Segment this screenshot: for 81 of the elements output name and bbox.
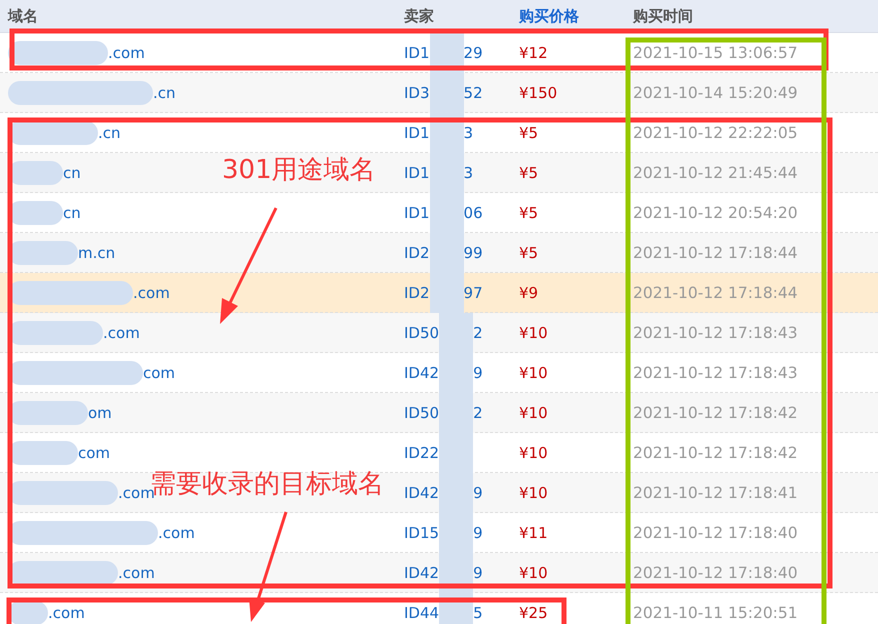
- time-text: 2021-10-12 17:18:41: [632, 484, 799, 502]
- time-text: 2021-10-15 13:06:57: [632, 44, 799, 62]
- seller-link[interactable]: 29: [464, 44, 483, 62]
- domain-link[interactable]: om: [88, 404, 112, 422]
- price-text: ¥11: [518, 524, 549, 542]
- price-text: ¥9: [518, 284, 540, 302]
- price-text: ¥5: [518, 164, 540, 182]
- column-header[interactable]: 卖家: [396, 6, 511, 26]
- time-text: 2021-10-12 17:18:43: [632, 324, 799, 342]
- time-text: 2021-10-12 17:18:44: [632, 244, 799, 262]
- seller-link[interactable]: ID1: [404, 124, 430, 142]
- seller-link[interactable]: ID50: [404, 404, 440, 422]
- domain-link[interactable]: cn: [63, 164, 81, 182]
- price-text: ¥12: [518, 44, 549, 62]
- seller-link[interactable]: ID2: [404, 244, 430, 262]
- price-text: ¥150: [518, 84, 558, 102]
- time-text: 2021-10-12 17:18:40: [632, 524, 799, 542]
- price-text: ¥10: [518, 324, 549, 342]
- seller-link[interactable]: 52: [464, 84, 483, 102]
- seller-link[interactable]: ID3: [404, 84, 430, 102]
- price-text: ¥10: [518, 564, 549, 582]
- price-text: ¥5: [518, 124, 540, 142]
- domain-link[interactable]: .cn: [98, 124, 121, 142]
- annotation-label: 301用途域名: [222, 154, 376, 187]
- blurred-mark-icon: [430, 73, 464, 113]
- seller-link[interactable]: ID22: [404, 444, 440, 462]
- column-header[interactable]: 购买价格: [511, 6, 625, 26]
- seller-link[interactable]: ID50: [404, 324, 440, 342]
- seller-link[interactable]: ID1: [404, 164, 430, 182]
- domain-link[interactable]: .com: [48, 604, 85, 622]
- seller-link[interactable]: 9: [473, 564, 483, 582]
- seller-link[interactable]: 2: [473, 404, 483, 422]
- price-text: ¥10: [518, 404, 549, 422]
- seller-link[interactable]: 99: [464, 244, 483, 262]
- time-text: 2021-10-12 17:18:43: [632, 364, 799, 382]
- column-header[interactable]: 购买时间: [625, 6, 878, 26]
- price-text: ¥10: [518, 484, 549, 502]
- seller-link[interactable]: 9: [473, 524, 483, 542]
- seller-link[interactable]: 3: [464, 164, 474, 182]
- seller-link[interactable]: ID42: [404, 364, 440, 382]
- seller-link[interactable]: 3: [464, 124, 474, 142]
- price-text: ¥5: [518, 244, 540, 262]
- domain-link[interactable]: cn: [63, 204, 81, 222]
- time-text: 2021-10-12 21:45:44: [632, 164, 799, 182]
- price-text: ¥10: [518, 444, 549, 462]
- seller-link[interactable]: 5: [473, 604, 483, 622]
- time-text: 2021-10-12 17:18:42: [632, 404, 799, 422]
- time-text: 2021-10-12 17:18:44: [632, 284, 799, 302]
- seller-link[interactable]: ID1: [404, 44, 430, 62]
- seller-link[interactable]: ID42: [404, 564, 440, 582]
- time-text: 2021-10-12 17:18:40: [632, 564, 799, 582]
- domain-link[interactable]: .com: [158, 524, 195, 542]
- price-text: ¥25: [518, 604, 549, 622]
- seller-link[interactable]: ID2: [404, 284, 430, 302]
- time-text: 2021-10-12 20:54:20: [632, 204, 799, 222]
- domain-link[interactable]: com: [143, 364, 176, 382]
- domain-link[interactable]: com: [78, 444, 110, 462]
- domain-link[interactable]: .cn: [153, 84, 176, 102]
- domain-link[interactable]: .com: [118, 564, 155, 582]
- seller-link[interactable]: ID15: [404, 524, 440, 542]
- seller-link[interactable]: 2: [473, 324, 483, 342]
- domain-link[interactable]: .com: [133, 284, 170, 302]
- price-text: ¥5: [518, 204, 540, 222]
- domain-link[interactable]: .com: [103, 324, 140, 342]
- seller-link[interactable]: ID1: [404, 204, 430, 222]
- blurred-mark-icon: [8, 41, 108, 65]
- time-text: 2021-10-11 15:20:51: [632, 604, 799, 622]
- domain-link[interactable]: .com: [108, 44, 145, 62]
- seller-link[interactable]: 06: [464, 204, 483, 222]
- column-header[interactable]: 域名: [0, 6, 396, 26]
- blurred-mark-icon: [8, 81, 153, 105]
- seller-link[interactable]: ID44: [404, 604, 440, 622]
- time-text: 2021-10-12 17:18:42: [632, 444, 799, 462]
- seller-link[interactable]: 97: [464, 284, 483, 302]
- price-text: ¥10: [518, 364, 549, 382]
- time-text: 2021-10-12 22:22:05: [632, 124, 799, 142]
- domain-link[interactable]: m.cn: [78, 244, 116, 262]
- seller-link[interactable]: 9: [473, 484, 483, 502]
- seller-link[interactable]: 9: [473, 364, 483, 382]
- time-text: 2021-10-14 15:20:49: [632, 84, 799, 102]
- seller-link[interactable]: ID42: [404, 484, 440, 502]
